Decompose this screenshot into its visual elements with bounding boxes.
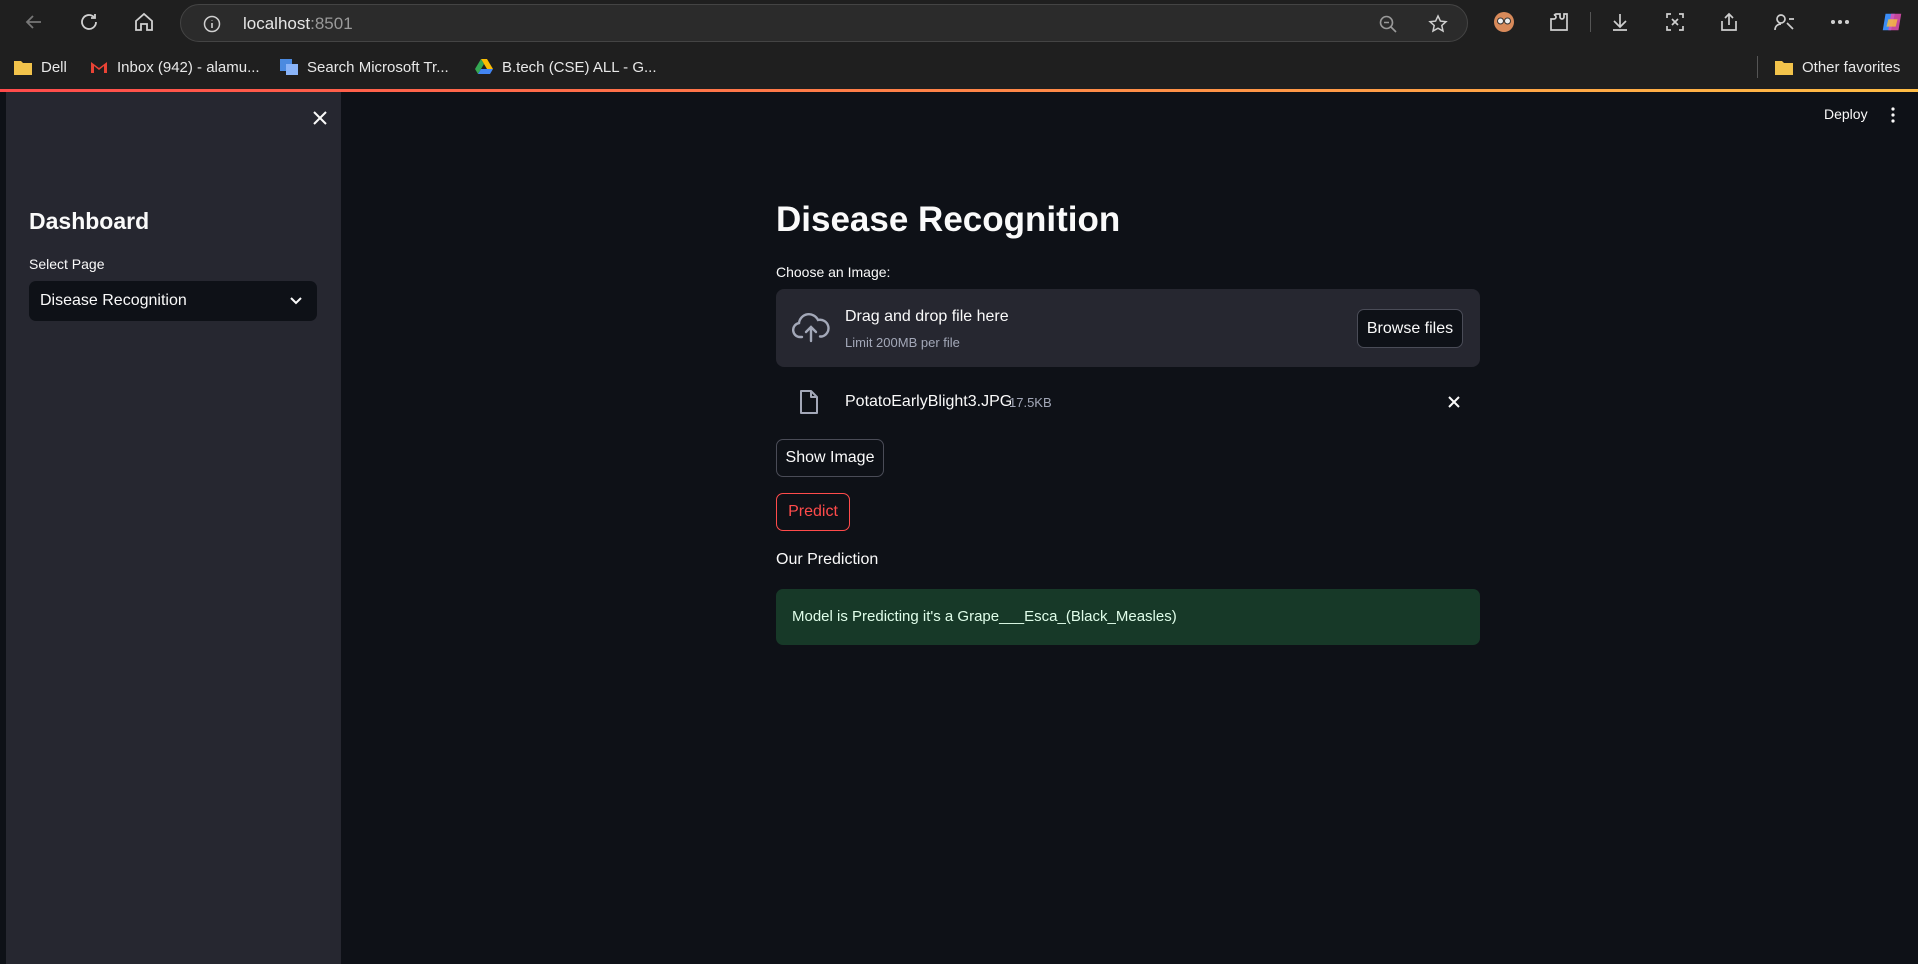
select-page-label: Select Page — [29, 256, 105, 272]
page-title: Disease Recognition — [776, 200, 1121, 239]
main-menu-button[interactable] — [1884, 104, 1902, 126]
page-select[interactable]: Disease Recognition — [29, 281, 317, 321]
bookmark-dell[interactable]: Dell — [13, 56, 67, 78]
sidebar-close-button[interactable] — [308, 106, 332, 130]
toolbar-separator — [1590, 12, 1591, 32]
reload-button[interactable] — [74, 8, 104, 36]
home-icon — [135, 12, 153, 31]
file-name: PotatoEarlyBlight3.JPG — [845, 393, 1013, 410]
bookmark-label: Dell — [41, 58, 67, 76]
extensions-icon[interactable] — [1547, 10, 1571, 34]
bookmark-label: Inbox (942) - alamu... — [117, 58, 260, 76]
kebab-menu-icon — [1891, 107, 1895, 123]
dropzone-limit: Limit 200MB per file — [845, 335, 960, 350]
page-select-value: Disease Recognition — [40, 292, 187, 309]
cloud-upload-icon — [792, 313, 830, 343]
other-favorites-label: Other favorites — [1802, 58, 1901, 76]
browser-essentials-icon[interactable] — [1772, 10, 1796, 34]
prediction-text: Model is Predicting it's a Grape___Esca_… — [792, 608, 1177, 625]
url-port: :8501 — [310, 14, 353, 33]
copilot-icon[interactable] — [1880, 10, 1904, 34]
info-icon[interactable] — [203, 15, 221, 33]
bookmark-label: B.tech (CSE) ALL - G... — [502, 58, 657, 76]
browse-files-button[interactable]: Browse files — [1357, 309, 1463, 348]
streamlit-app: Dashboard Select Page Disease Recognitio… — [0, 92, 1918, 964]
deploy-button[interactable]: Deploy — [1824, 106, 1868, 122]
favorite-star-icon[interactable] — [1428, 14, 1448, 34]
close-icon — [1448, 396, 1460, 408]
file-size: 17.5KB — [1009, 395, 1052, 410]
bookmark-inbox[interactable]: Inbox (942) - alamu... — [89, 56, 260, 78]
folder-icon — [1775, 61, 1793, 75]
address-bar[interactable]: localhost:8501 — [180, 4, 1468, 42]
show-image-button[interactable]: Show Image — [776, 439, 884, 477]
gmail-icon — [91, 62, 107, 73]
url-text: localhost:8501 — [243, 14, 353, 34]
google-drive-icon — [475, 59, 493, 74]
url-host: localhost — [243, 14, 311, 33]
chevron-down-icon — [290, 297, 302, 305]
prediction-heading: Our Prediction — [776, 551, 879, 568]
home-button[interactable] — [129, 8, 159, 36]
close-icon — [313, 111, 327, 125]
bookmark-translator[interactable]: Search Microsoft Tr... — [279, 56, 449, 78]
uploaded-file: PotatoEarlyBlight3.JPG 17.5KB — [776, 378, 1480, 426]
dropzone-instructions: Drag and drop file here — [845, 308, 1009, 325]
remove-file-button[interactable] — [1444, 392, 1464, 412]
translator-icon — [280, 59, 298, 75]
reload-icon — [81, 14, 97, 30]
bookmark-drive[interactable]: B.tech (CSE) ALL - G... — [474, 56, 657, 78]
prediction-success-alert: Model is Predicting it's a Grape___Esca_… — [776, 589, 1480, 645]
more-options-icon[interactable] — [1828, 10, 1852, 34]
back-button[interactable] — [19, 8, 49, 36]
bookmarks-separator — [1757, 56, 1758, 78]
screenshot-icon[interactable] — [1663, 10, 1687, 34]
bookmark-label: Search Microsoft Tr... — [307, 58, 449, 76]
file-dropzone[interactable]: Drag and drop file here Limit 200MB per … — [776, 289, 1480, 367]
uploader-label: Choose an Image: — [776, 264, 891, 280]
bookmarks-bar: Dell Inbox (942) - alamu... Search Micro… — [0, 44, 1918, 90]
file-icon — [800, 390, 818, 414]
downloads-icon[interactable] — [1608, 10, 1632, 34]
sidebar: Dashboard Select Page Disease Recognitio… — [6, 92, 341, 964]
browser-toolbar: localhost:8501 — [0, 0, 1918, 44]
folder-icon — [14, 61, 32, 75]
bookmark-other-favorites[interactable]: Other favorites — [1774, 56, 1900, 78]
predict-button[interactable]: Predict — [776, 493, 850, 531]
profile-avatar-icon[interactable] — [1492, 10, 1516, 34]
sidebar-title: Dashboard — [29, 208, 150, 234]
zoom-icon[interactable] — [1378, 14, 1398, 34]
back-arrow-icon — [25, 15, 41, 29]
share-icon[interactable] — [1717, 10, 1741, 34]
